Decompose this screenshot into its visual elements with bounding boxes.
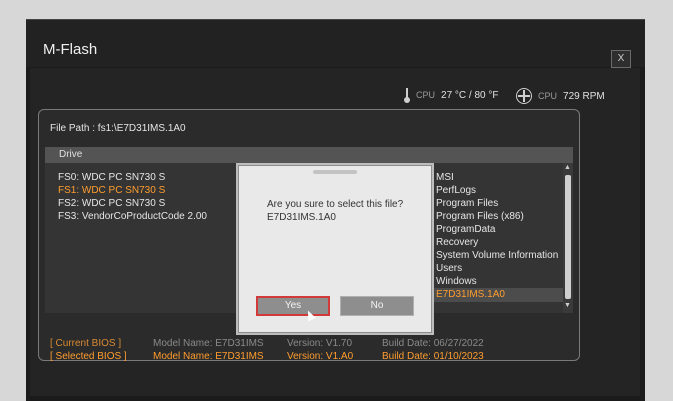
selected-bios-label: [ Selected BIOS ] — [50, 351, 127, 362]
dialog-filename: E7D31IMS.1A0 — [267, 212, 336, 223]
cpu-fan-label: CPU — [538, 91, 558, 101]
drive-item-fs3[interactable]: FS3: VendorCoProductCode 2.00 — [58, 211, 207, 222]
confirm-dialog: Are you sure to select this file? E7D31I… — [238, 165, 432, 333]
cpu-temp-value: 27 °C / 80 °F — [441, 89, 499, 101]
drive-item-fs0[interactable]: FS0: WDC PC SN730 S — [58, 172, 165, 183]
file-path: File Path : fs1:\E7D31IMS.1A0 — [50, 123, 186, 134]
current-bios-version: Version: V1.70 — [287, 338, 353, 349]
no-button[interactable]: No — [340, 296, 414, 316]
scroll-up-icon[interactable]: ▲ — [564, 164, 571, 171]
cpu-temp-status: CPU 27 °C / 80 °F — [404, 88, 499, 103]
drive-item-fs1[interactable]: FS1: WDC PC SN730 S — [58, 185, 165, 196]
folder-item-programdata[interactable]: ProgramData — [436, 224, 495, 235]
file-item-bios[interactable]: E7D31IMS.1A0 — [436, 289, 505, 300]
cpu-temp-label: CPU — [416, 90, 436, 100]
folder-item-recovery[interactable]: Recovery — [436, 237, 478, 248]
drag-handle[interactable] — [313, 170, 357, 174]
close-button[interactable]: X — [611, 50, 631, 68]
scroll-thumb[interactable] — [565, 175, 571, 299]
folder-item-program-files[interactable]: Program Files — [436, 198, 498, 209]
dialog-message: Are you sure to select this file? — [267, 199, 404, 210]
folder-item-users[interactable]: Users — [436, 263, 462, 274]
folder-item-perflogs[interactable]: PerfLogs — [436, 185, 476, 196]
scrollbar[interactable]: ▲ ▼ — [563, 163, 573, 313]
current-bios-label: [ Current BIOS ] — [50, 338, 122, 349]
selected-bios-model: Model Name: E7D31IMS — [153, 351, 264, 362]
scroll-down-icon[interactable]: ▼ — [564, 302, 571, 309]
yes-button[interactable]: Yes — [256, 296, 330, 316]
title-bar: M-Flash X — [26, 20, 645, 68]
folder-item-windows[interactable]: Windows — [436, 276, 477, 287]
current-bios-model: Model Name: E7D31IMS — [153, 338, 264, 349]
window-title: M-Flash — [43, 41, 98, 58]
drive-header-label: Drive — [59, 149, 83, 160]
thermometer-icon — [404, 88, 410, 103]
cpu-fan-value: 729 RPM — [563, 90, 605, 102]
selected-bios-build-date: Build Date: 01/10/2023 — [382, 351, 484, 362]
current-bios-build-date: Build Date: 06/27/2022 — [382, 338, 484, 349]
drive-header: Drive — [45, 147, 573, 163]
cpu-fan-status: CPU 729 RPM — [516, 88, 605, 104]
folder-item-msi[interactable]: MSI — [436, 172, 454, 183]
folder-item-program-files-x86[interactable]: Program Files (x86) — [436, 211, 524, 222]
drive-item-fs2[interactable]: FS2: WDC PC SN730 S — [58, 198, 165, 209]
folder-item-system-volume-information[interactable]: System Volume Information — [436, 250, 558, 261]
fan-icon — [516, 88, 532, 104]
selected-bios-version: Version: V1.A0 — [287, 351, 354, 362]
